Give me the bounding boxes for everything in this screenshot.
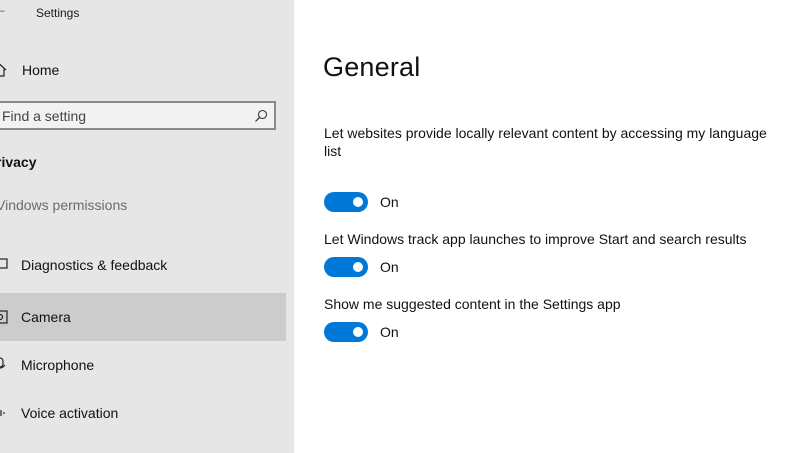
main-content: General Let websites provide locally rel… [294,0,800,453]
diagnostics-icon [0,258,8,269]
toggle-suggested-content[interactable] [324,322,368,342]
toggle-knob [353,197,363,207]
back-icon[interactable]: – [0,3,5,17]
camera-icon [0,310,8,324]
home-icon [0,63,7,77]
sidebar-item-voice-activation[interactable]: Voice activation [0,389,286,437]
sidebar-item-label: Diagnostics & feedback [21,257,168,273]
sidebar-item-microphone[interactable]: Microphone [0,341,286,389]
search-input[interactable] [2,103,242,128]
home-nav-item[interactable]: Home [0,58,286,82]
setting-label-line: list [324,143,342,159]
home-label: Home [22,62,60,78]
setting-label-track-app-launches: Let Windows track app launches to improv… [324,231,747,247]
sidebar-item-label: Voice activation [21,405,119,421]
page-title: General [323,52,421,82]
setting-label-language-list: Let websites provide locally relevant co… [324,124,767,160]
microphone-icon [0,357,6,369]
toggle-track-app-launches[interactable] [324,257,368,277]
app-title: Settings [36,6,80,20]
toggle-knob [353,327,363,337]
windows-permissions-heading: Vindows permissions [0,197,128,213]
search-box[interactable] [0,101,276,130]
search-icon[interactable] [254,109,268,123]
sidebar: – Settings Home rivacy Vindows permissio… [0,0,294,453]
toggle-knob [353,262,363,272]
sidebar-item-diagnostics[interactable]: Diagnostics & feedback [0,241,286,289]
sidebar-item-label: Microphone [21,357,95,373]
setting-label-suggested-content: Show me suggested content in the Setting… [324,296,621,312]
toggle-state-label: On [380,324,399,340]
voice-icon [0,410,5,416]
section-heading-privacy: rivacy [0,154,37,170]
sidebar-item-label: Camera [21,309,71,325]
setting-label-line: Let websites provide locally relevant co… [324,125,767,141]
toggle-state-label: On [380,194,399,210]
toggle-language-list[interactable] [324,192,368,212]
sidebar-item-camera[interactable]: Camera [0,293,286,341]
toggle-state-label: On [380,259,399,275]
